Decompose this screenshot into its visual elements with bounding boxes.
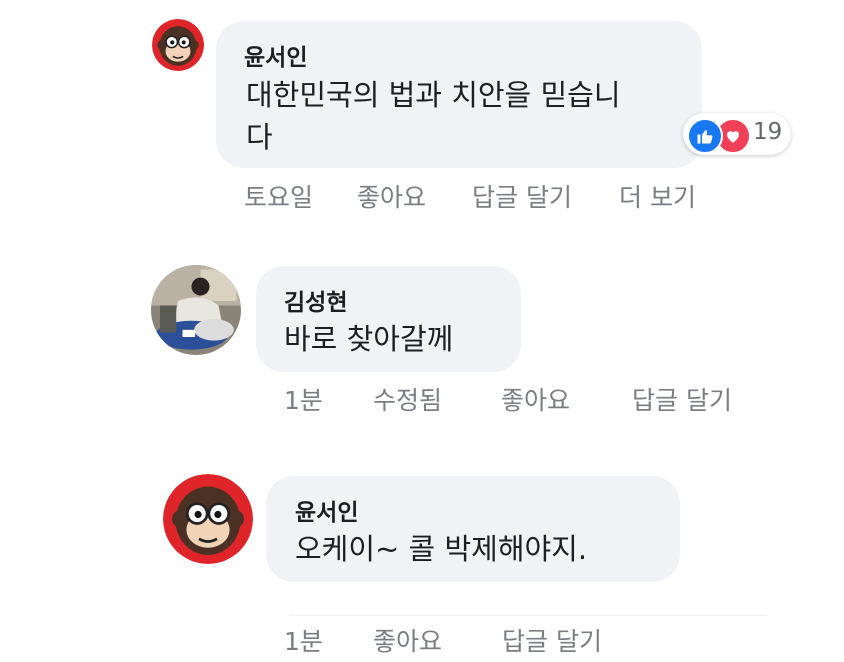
like-button[interactable]: 좋아요 [357, 178, 426, 214]
avatar[interactable] [152, 19, 204, 71]
reaction-summary[interactable]: 19 [683, 113, 791, 155]
timestamp: 1분 [284, 386, 323, 415]
comment-text-line: 바로 찾아갈께 [284, 322, 454, 356]
comment-text-line: 다 [246, 120, 273, 154]
like-button[interactable]: 좋아요 [501, 381, 570, 417]
monkey-avatar-icon [152, 19, 204, 71]
like-icon [687, 118, 723, 154]
comment-actions: 토요일 좋아요 답글 달기 더 보기 [244, 178, 724, 212]
comment-author[interactable]: 김성현 [284, 283, 347, 317]
avatar[interactable] [151, 265, 241, 355]
reply-button[interactable]: 답글 달기 [632, 381, 732, 417]
edited-label[interactable]: 수정됨 [373, 381, 442, 417]
comment-actions: 1분 좋아요 답글 달기 [284, 622, 764, 656]
reaction-count: 19 [753, 119, 783, 145]
comment-text-line: 오케이~ 콜 박제해야지. [295, 532, 588, 566]
comment-actions: 1분 수정됨 좋아요 답글 달기 [284, 381, 764, 415]
monkey-avatar-icon [163, 474, 253, 564]
user-photo-icon [151, 265, 241, 355]
comment-text-line: 대한민국의 법과 치안을 믿습니 [246, 78, 621, 112]
timestamp: 토요일 [244, 183, 314, 212]
divider [290, 615, 767, 616]
like-button[interactable]: 좋아요 [373, 622, 442, 658]
reply-button[interactable]: 답글 달기 [502, 622, 602, 658]
more-button[interactable]: 더 보기 [619, 178, 696, 214]
comment-author[interactable]: 윤서인 [244, 38, 307, 72]
avatar[interactable] [163, 474, 253, 564]
timestamp: 1분 [284, 627, 323, 656]
reply-button[interactable]: 답글 달기 [472, 178, 572, 214]
comment-author[interactable]: 윤서인 [295, 493, 358, 527]
